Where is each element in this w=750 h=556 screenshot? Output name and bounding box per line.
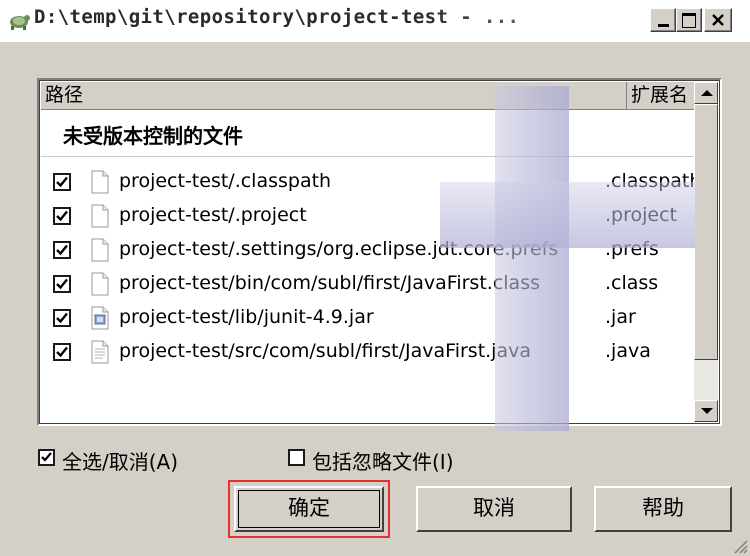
file-path: project-test/src/com/subl/first/JavaFirs… (119, 340, 531, 362)
jar-file-icon (91, 306, 109, 330)
cancel-button-label: 取消 (473, 496, 515, 520)
checkmark-icon (56, 278, 68, 290)
close-button[interactable] (704, 8, 732, 32)
checkmark-icon (56, 244, 68, 256)
checkmark-icon (56, 346, 68, 358)
window-title: D:\temp\git\repository\project-test - ..… (34, 6, 520, 28)
file-row-checkbox[interactable] (53, 173, 71, 191)
group-label: 未受版本控制的文件 (63, 124, 243, 148)
help-button[interactable]: 帮助 (594, 486, 732, 532)
text-file-icon (91, 340, 109, 364)
file-icon (91, 170, 109, 194)
include-ignored-label[interactable]: 包括忽略文件(I) (312, 446, 454, 475)
file-icon (91, 272, 109, 296)
git-turtle-icon (10, 15, 30, 30)
file-path: project-test/bin/com/subl/first/JavaFirs… (119, 272, 540, 294)
help-button-label: 帮助 (642, 496, 684, 520)
watermark-overlay-horizontal (440, 182, 695, 248)
cancel-button[interactable]: 取消 (416, 486, 572, 532)
title-bar[interactable]: D:\temp\git\repository\project-test - ..… (0, 0, 750, 42)
file-extension: .class (605, 272, 659, 294)
checkmark-icon (41, 452, 52, 462)
unversioned-files-list[interactable]: 路径 扩展名 未受版本控制的文件 project-test/.classpath… (37, 78, 722, 426)
file-extension: .java (605, 340, 651, 362)
default-button-frame (238, 490, 380, 528)
file-row[interactable]: project-test/src/com/subl/first/JavaFirs… (53, 338, 703, 368)
file-row[interactable]: project-test/lib/junit-4.9.jar .jar (53, 304, 703, 334)
file-row-checkbox[interactable] (53, 275, 71, 293)
file-icon (91, 238, 109, 262)
maximize-button[interactable] (676, 8, 702, 32)
checkmark-icon (56, 312, 68, 324)
ok-button[interactable]: 确定 (228, 480, 390, 538)
checkmark-icon (56, 210, 68, 222)
resize-grip-icon[interactable] (730, 536, 748, 554)
vertical-scrollbar[interactable] (694, 82, 718, 422)
watermark-overlay-vertical (495, 86, 569, 431)
file-row-checkbox[interactable] (53, 309, 71, 327)
scroll-up-button[interactable] (694, 82, 718, 104)
file-path: project-test/.classpath (119, 170, 332, 192)
group-divider (41, 156, 697, 157)
file-row-checkbox[interactable] (53, 207, 71, 225)
file-path: project-test/lib/junit-4.9.jar (119, 306, 374, 328)
file-row-checkbox[interactable] (53, 343, 71, 361)
file-path: project-test/.project (119, 204, 307, 226)
select-all-label[interactable]: 全选/取消(A) (62, 446, 178, 475)
file-row-checkbox[interactable] (53, 241, 71, 259)
checkmark-icon (56, 176, 68, 188)
close-icon (712, 14, 724, 26)
minimize-button[interactable] (650, 8, 676, 32)
include-ignored-checkbox[interactable] (288, 449, 305, 466)
select-all-checkbox[interactable] (38, 449, 55, 466)
file-icon (91, 204, 109, 228)
file-row[interactable]: project-test/bin/com/subl/first/JavaFirs… (53, 270, 703, 300)
file-extension: .jar (605, 306, 636, 328)
scroll-thumb[interactable] (694, 104, 718, 360)
scroll-down-button[interactable] (694, 400, 718, 422)
